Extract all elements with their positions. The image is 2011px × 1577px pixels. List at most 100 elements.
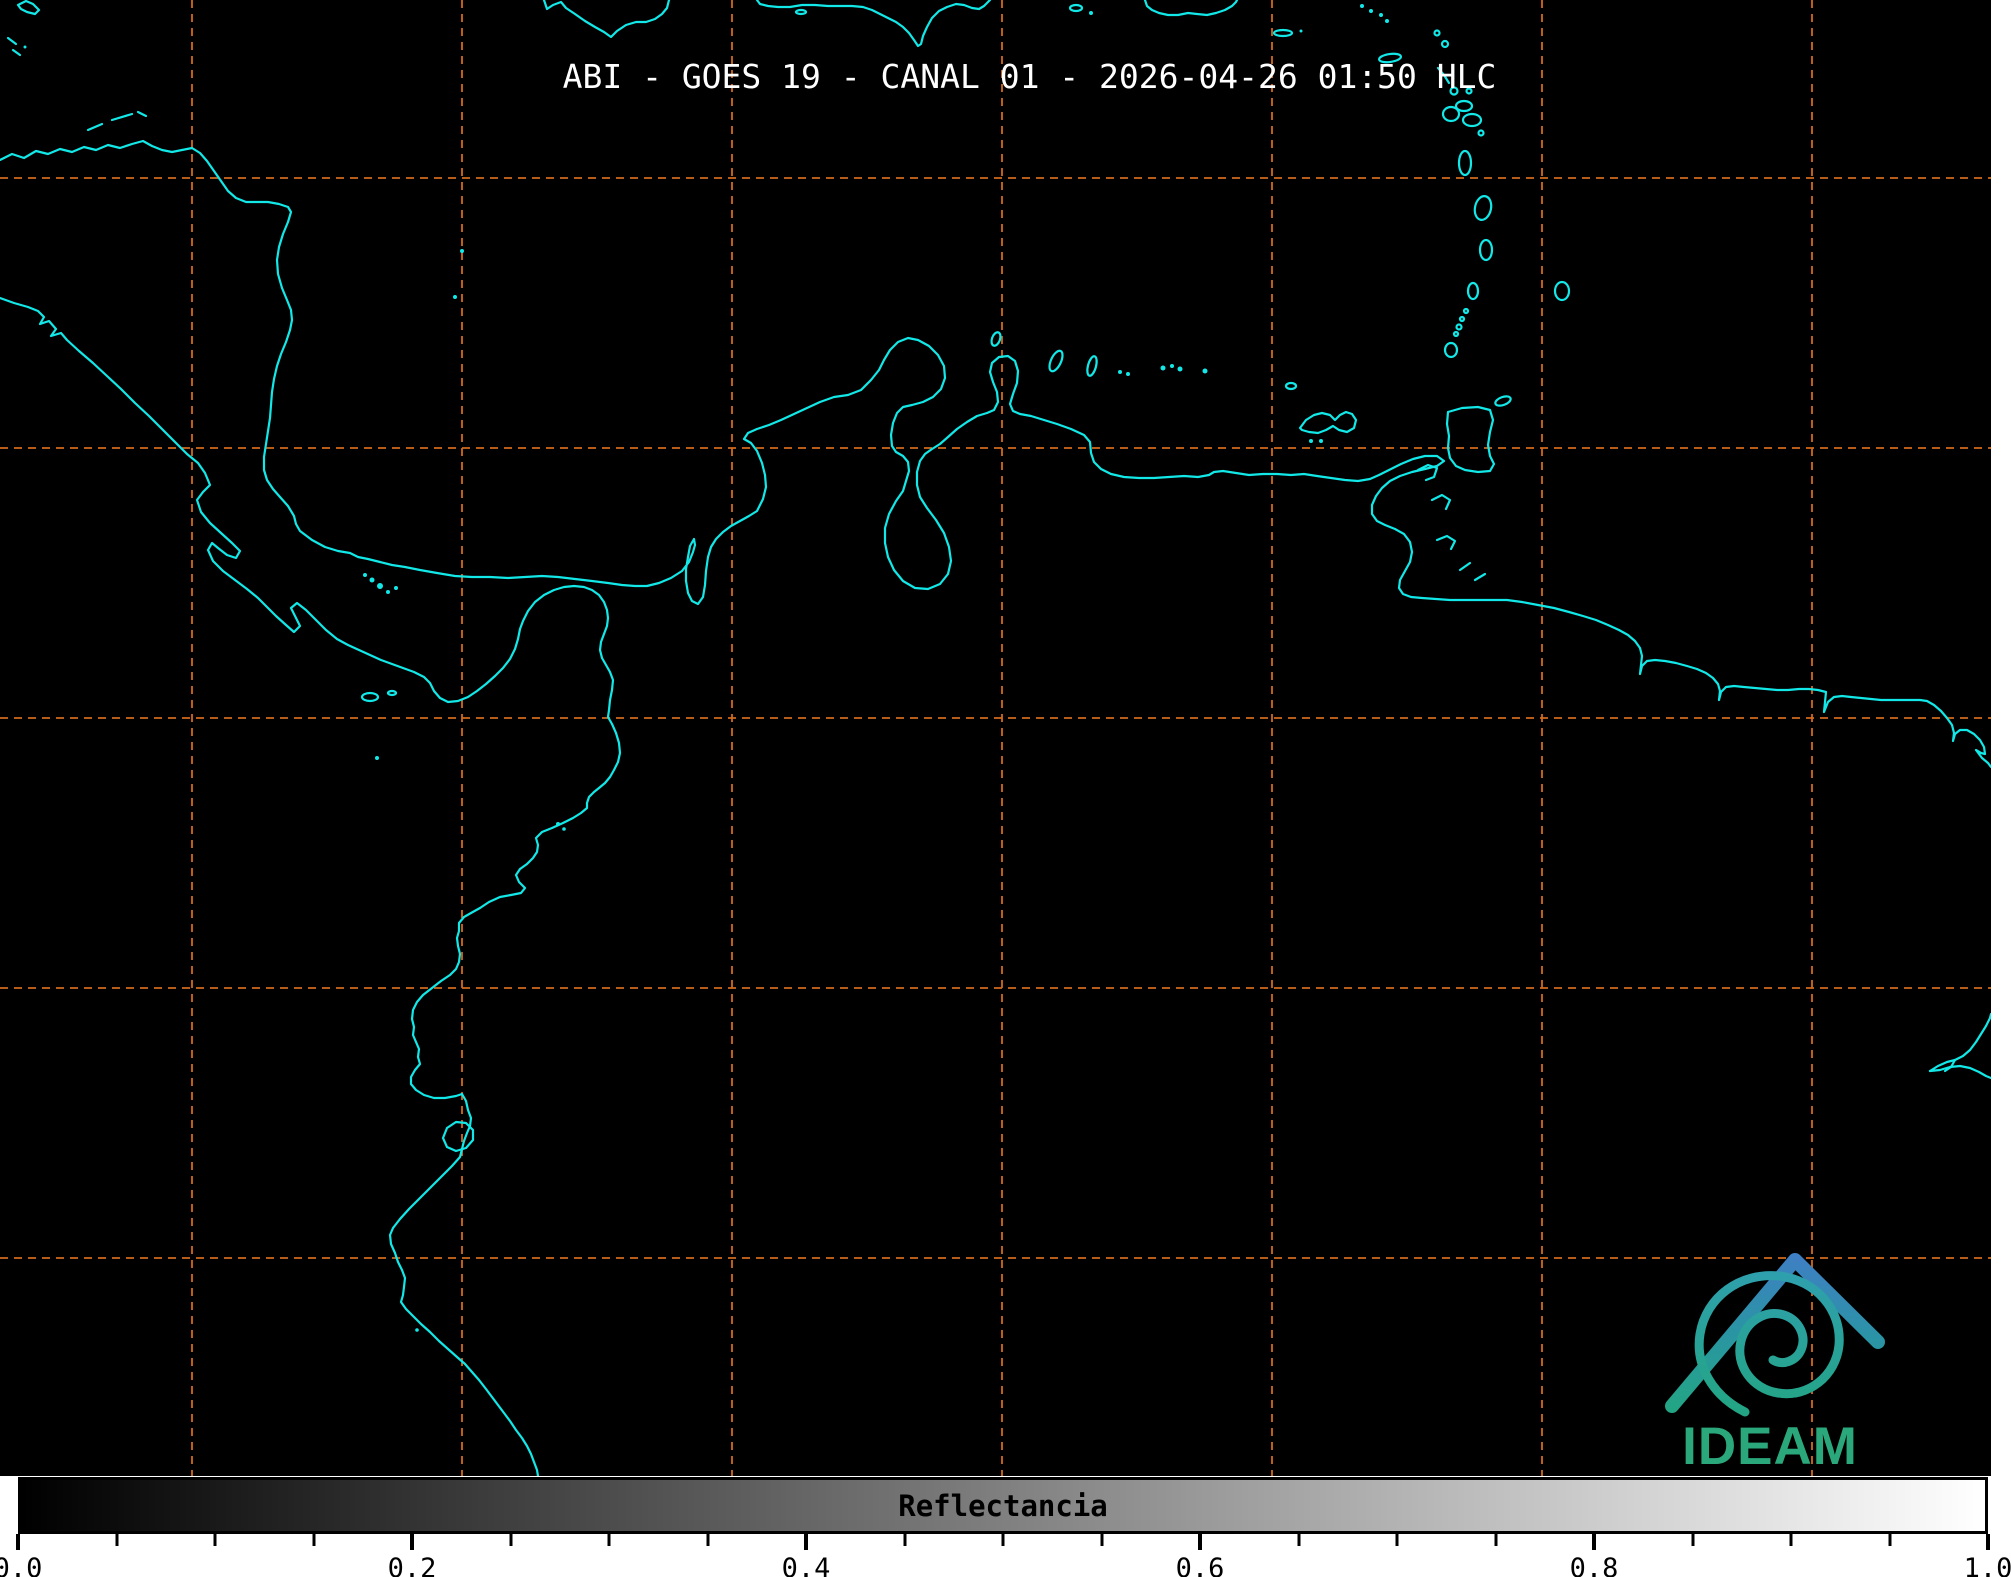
colorbar-minor-tick: [1297, 1534, 1300, 1546]
colorbar-major-tick: [1986, 1534, 1990, 1550]
figure-page: ABI - GOES 19 - CANAL 01 - 2026-04-26 01…: [0, 0, 2011, 1577]
colorbar-minor-tick: [1396, 1534, 1399, 1546]
island-la-orchila: [1203, 369, 1208, 374]
colorbar-tick-labels: 0.00.20.40.60.81.0: [18, 1553, 1988, 1577]
island-cebaco: [388, 691, 396, 695]
island-coche: [1319, 439, 1323, 443]
island-st-lucia: [1480, 240, 1492, 260]
island-margarita: [1300, 412, 1356, 433]
map-title: ABI - GOES 19 - CANAL 01 - 2026-04-26 01…: [563, 57, 1497, 96]
island-marie-galante: [1479, 131, 1484, 136]
island-cubagua: [1309, 439, 1313, 443]
colorbar-tick-label: 0.2: [388, 1553, 437, 1577]
colorbar-minor-tick: [1888, 1534, 1891, 1546]
colorbar-label: Reflectancia: [898, 1489, 1108, 1523]
island-grenada: [1445, 343, 1457, 357]
colorbar-tick-label: 0.6: [1176, 1553, 1225, 1577]
colorbar-minor-tick: [1100, 1534, 1103, 1546]
island-aruba: [990, 331, 1002, 347]
colorbar-major-tick: [1592, 1534, 1596, 1550]
island-tobago: [1494, 395, 1512, 408]
colorbar-major-tick: [804, 1534, 808, 1550]
fragment-top-left-dot: [24, 46, 27, 49]
island-saba: [1435, 31, 1440, 36]
island-pearl-4: [386, 590, 390, 594]
island-coiba: [362, 693, 378, 701]
colorbar-tick-label: 0.0: [0, 1553, 42, 1577]
island-guadeloupe-west: [1443, 107, 1459, 121]
colorbar-gradient: Reflectancia: [18, 1477, 1988, 1534]
island-virgin-1: [1360, 4, 1364, 8]
delta-channel-3: [1437, 536, 1455, 549]
island-grenadines-3: [1457, 325, 1462, 330]
island-bonaire: [1086, 355, 1099, 376]
island-guanaja: [112, 114, 132, 120]
colorbar-minor-tick: [706, 1534, 709, 1546]
fragment-top-left-curl: [18, 1, 39, 14]
island-pearl-2: [370, 578, 375, 583]
delta-channel-5: [1475, 574, 1485, 580]
island-gorgona-1: [556, 822, 560, 826]
colorbar-minor-tick: [1002, 1534, 1005, 1546]
colorbar-minor-tick: [1494, 1534, 1497, 1546]
island-roatan: [88, 124, 102, 130]
island-lobos: [415, 1328, 419, 1332]
colorbar-major-tick: [410, 1534, 414, 1550]
colorbar-tick-label: 0.4: [782, 1553, 831, 1577]
island-st-eustatius: [1442, 41, 1448, 47]
colorbar-tick-label: 1.0: [1964, 1553, 2011, 1577]
island-dominica: [1459, 151, 1471, 175]
island-pearl-3: [377, 583, 383, 589]
island-st-vincent: [1468, 283, 1478, 299]
island-providencia: [460, 249, 464, 253]
fragment-top-left-2: [13, 50, 20, 55]
fragment-top-left-1: [8, 38, 16, 44]
ideam-logo-text: IDEAM: [1682, 1416, 1858, 1476]
island-los-roques-3: [1178, 367, 1183, 372]
island-martinique: [1473, 195, 1494, 222]
island-barbados: [1555, 282, 1569, 300]
island-virgin-3: [1379, 13, 1383, 17]
colorbar-major-tick: [1198, 1534, 1202, 1550]
island-las-aves-1: [1118, 370, 1122, 374]
coastline-amazon-north: [1930, 1014, 1991, 1071]
colorbar: Reflectancia 0.00.20.40.60.81.0: [18, 1477, 1988, 1577]
colorbar-minor-tick: [1691, 1534, 1694, 1546]
coastline-jamaica: [544, 0, 669, 37]
islet-hispaniola-south: [796, 10, 806, 14]
colorbar-minor-tick: [1790, 1534, 1793, 1546]
island-dot-1: [1089, 11, 1093, 15]
satellite-map-area: ABI - GOES 19 - CANAL 01 - 2026-04-26 01…: [0, 0, 1991, 1476]
colorbar-major-tick: [16, 1534, 20, 1550]
island-utila: [138, 112, 146, 116]
island-culebra: [1300, 30, 1303, 33]
island-virgin-2: [1369, 9, 1373, 13]
colorbar-tick-row: [18, 1534, 1988, 1552]
island-grenadines-2: [1460, 317, 1464, 321]
island-pearl-5: [394, 586, 398, 590]
island-mona: [1070, 5, 1082, 11]
island-la-tortuga: [1286, 383, 1296, 389]
ideam-logo: IDEAM: [1630, 1238, 1910, 1476]
island-grenadines-1: [1464, 309, 1468, 313]
island-trinidad: [1447, 407, 1494, 472]
coastline-pacific-mainland: [0, 298, 620, 1476]
island-malpelo: [375, 756, 379, 760]
colorbar-minor-tick: [903, 1534, 906, 1546]
coastline-amazon-south: [1930, 1066, 1991, 1078]
colorbar-minor-tick: [115, 1534, 118, 1546]
island-vieques: [1274, 30, 1292, 36]
island-grenadines-4: [1454, 332, 1458, 336]
island-puna: [443, 1122, 473, 1151]
colorbar-minor-tick: [214, 1534, 217, 1546]
delta-channel-4: [1460, 563, 1470, 570]
colorbar-minor-tick: [608, 1534, 611, 1546]
island-los-roques-1: [1161, 366, 1166, 371]
delta-channel-2: [1432, 495, 1450, 509]
island-los-roques-2: [1170, 364, 1174, 368]
colorbar-tick-label: 0.8: [1570, 1553, 1619, 1577]
island-guadeloupe-east: [1463, 114, 1481, 126]
coastline-caribbean-mainland: [0, 141, 1991, 767]
island-las-aves-2: [1126, 372, 1130, 376]
island-curacao: [1047, 349, 1065, 373]
